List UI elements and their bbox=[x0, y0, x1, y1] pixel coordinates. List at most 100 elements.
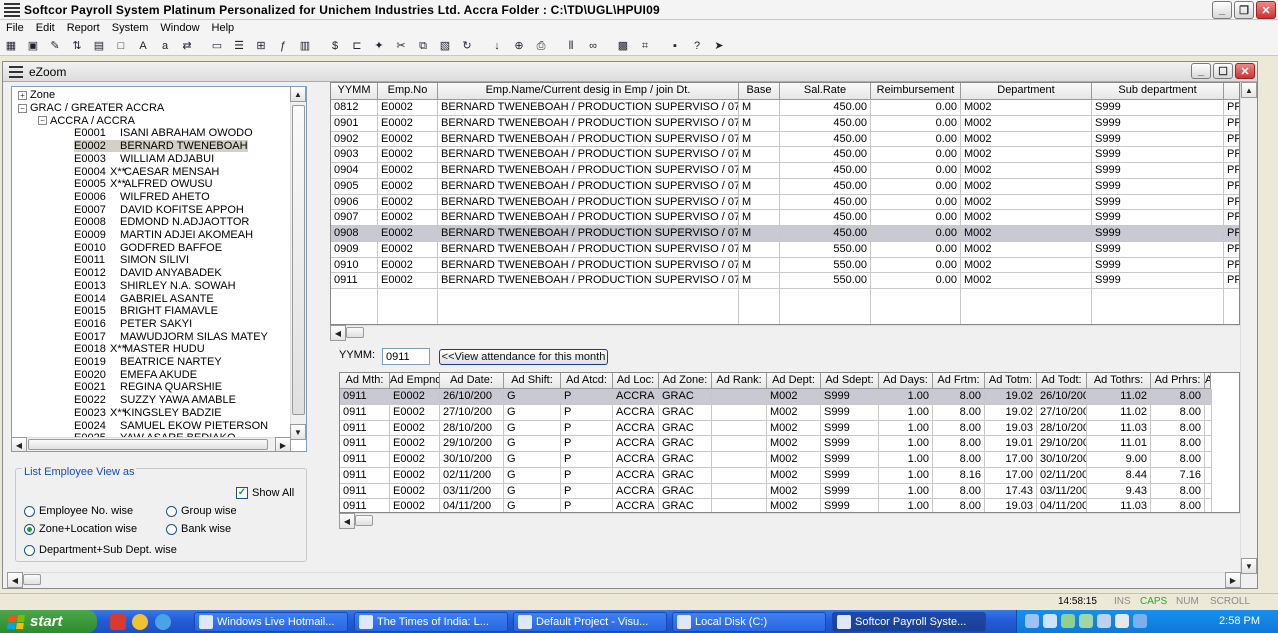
tray-speaker-icon[interactable] bbox=[1097, 614, 1111, 628]
sheet-icon[interactable]: ▥ bbox=[296, 38, 314, 54]
tree-employee-item[interactable]: E0022 SUZZY YAWA AMABLE bbox=[74, 394, 236, 407]
tree-employee-item[interactable]: E0006 WILFRED AHETO bbox=[74, 191, 210, 204]
column-header[interactable] bbox=[1224, 83, 1239, 100]
tree-node[interactable]: + Zone bbox=[18, 89, 55, 102]
menu-window[interactable]: Window bbox=[154, 22, 205, 34]
column-header[interactable]: Sal.Rate bbox=[780, 83, 871, 100]
radio-bank-wise[interactable]: Bank wise bbox=[166, 523, 231, 535]
attendance-grid-hscrollbar[interactable]: ◀ bbox=[339, 513, 1240, 529]
table-icon[interactable]: ⊞ bbox=[252, 38, 270, 54]
yymm-input[interactable] bbox=[382, 348, 430, 365]
column-header[interactable]: Ad Zone: bbox=[659, 373, 712, 389]
column-header[interactable]: Department bbox=[961, 83, 1092, 100]
quicklaunch-messenger-icon[interactable] bbox=[132, 614, 148, 630]
columns-icon[interactable]: ⫴ bbox=[562, 38, 580, 54]
radio-department-wise[interactable]: Department+Sub Dept. wise bbox=[24, 544, 177, 556]
menu-edit[interactable]: Edit bbox=[30, 22, 61, 34]
menu-help[interactable]: Help bbox=[206, 22, 241, 34]
tree-employee-item[interactable]: E0003 WILLIAM ADJABUI bbox=[74, 153, 214, 166]
column-header[interactable]: YYMM bbox=[331, 83, 378, 100]
column-header[interactable]: A bbox=[1205, 373, 1211, 389]
sort-icon[interactable]: ⇅ bbox=[68, 38, 86, 54]
ezoom-maximize-button[interactable]: ☐ bbox=[1213, 63, 1233, 79]
start-button[interactable]: start bbox=[0, 610, 97, 633]
ezoom-minimize-button[interactable]: _ bbox=[1191, 63, 1211, 79]
tray-chevron-icon[interactable] bbox=[1025, 614, 1039, 628]
app-menu-icon[interactable] bbox=[4, 2, 20, 18]
tree-employee-item[interactable]: E0017 MAWUDJORM SILAS MATEY bbox=[74, 330, 268, 343]
scroll-left-arrow-icon[interactable]: ◀ bbox=[7, 572, 23, 588]
scroll-up-arrow-icon[interactable]: ▲ bbox=[1241, 82, 1257, 98]
link-icon[interactable]: ∞ bbox=[584, 38, 602, 54]
task-local-disk[interactable]: Local Disk (C:) bbox=[672, 612, 826, 632]
menu-system[interactable]: System bbox=[106, 22, 155, 34]
column-header[interactable]: Ad Mth: bbox=[340, 373, 390, 389]
radio-group-wise[interactable]: Group wise bbox=[166, 505, 237, 517]
column-header[interactable]: Ad Totm: bbox=[985, 373, 1037, 389]
show-all-checkbox[interactable]: ✓ Show All bbox=[236, 487, 294, 499]
frame-icon[interactable]: □ bbox=[112, 38, 130, 54]
column-header[interactable]: Ad Empno: bbox=[390, 373, 440, 389]
tree-employee-item[interactable]: E0016 PETER SAKYI bbox=[74, 318, 192, 331]
tree-employee-item[interactable]: E0018 X**MASTER HUDU bbox=[74, 343, 205, 356]
cut-icon[interactable]: ✂ bbox=[392, 38, 410, 54]
expand-icon[interactable]: + bbox=[18, 90, 27, 100]
quicklaunch-app-icon[interactable] bbox=[110, 614, 126, 630]
list-icon[interactable]: ☰ bbox=[230, 38, 248, 54]
minimize-button[interactable]: _ bbox=[1212, 1, 1232, 19]
column-header[interactable]: Ad Frtm: bbox=[933, 373, 985, 389]
scroll-left-arrow-icon[interactable]: ◀ bbox=[330, 325, 346, 341]
ezoom-menu-icon[interactable] bbox=[9, 65, 23, 78]
ezoom-hscroll-thumb[interactable] bbox=[23, 574, 41, 585]
column-header[interactable]: Ad Shift: bbox=[504, 373, 561, 389]
column-header[interactable]: Reimbursement bbox=[871, 83, 961, 100]
close-button[interactable]: ✕ bbox=[1256, 1, 1276, 19]
tree-employee-item[interactable]: E0012 DAVID ANYABADEK bbox=[74, 267, 222, 280]
tree-employee-item[interactable]: E0024 SAMUEL EKOW PIETERSON bbox=[74, 419, 268, 432]
salary-hscroll-thumb[interactable] bbox=[346, 327, 364, 338]
report-icon[interactable]: ▤ bbox=[90, 38, 108, 54]
wand-icon[interactable]: ✦ bbox=[370, 38, 388, 54]
task-visual-project[interactable]: Default Project - Visu... bbox=[513, 612, 667, 632]
column-header[interactable]: Ad Rank: bbox=[712, 373, 767, 389]
tree-node[interactable]: − ACCRA / ACCRA bbox=[38, 114, 135, 127]
ezoom-close-button[interactable]: ✕ bbox=[1235, 63, 1255, 79]
radio-employee-no-wise[interactable]: Employee No. wise bbox=[24, 505, 133, 517]
view-attendance-button[interactable]: <<View attendance for this month bbox=[439, 349, 608, 365]
tray-connection-icon[interactable] bbox=[1133, 614, 1147, 628]
paste-icon[interactable]: ▧ bbox=[436, 38, 454, 54]
tree-employee-item[interactable]: E0005 X**ALFRED OWUSU bbox=[74, 178, 213, 191]
tree-hscroll-thumb[interactable] bbox=[28, 439, 268, 450]
radio-zone-location-wise[interactable]: Zone+Location wise bbox=[24, 523, 137, 535]
employee-tree[interactable]: + Zone − GRAC / GREATER ACCRA − ACCRA / ACCRA… bbox=[11, 86, 307, 452]
scroll-left-arrow-icon[interactable]: ◀ bbox=[339, 513, 355, 529]
column-header[interactable]: Ad Dept: bbox=[767, 373, 821, 389]
tree-employee-item[interactable]: E0008 EDMOND N.ADJAOTTOR bbox=[74, 216, 249, 229]
tree-employee-item[interactable]: E0002 BERNARD TWENEBOAH bbox=[74, 140, 248, 153]
refresh-icon[interactable]: ↻ bbox=[458, 38, 476, 54]
tree-employee-item[interactable]: E0009 MARTIN ADJEI AKOMEAH bbox=[74, 229, 253, 242]
tree-vertical-scrollbar[interactable]: ▲ ▼ bbox=[290, 87, 306, 440]
tree-employee-item[interactable]: E0001 ISANI ABRAHAM OWODO bbox=[74, 127, 253, 140]
scroll-left-arrow-icon[interactable]: ◀ bbox=[12, 437, 27, 451]
tray-messenger-icon[interactable] bbox=[1061, 614, 1075, 628]
scroll-right-arrow-icon[interactable]: ▶ bbox=[275, 437, 291, 451]
layout-icon[interactable]: ▪ bbox=[666, 38, 684, 54]
monitor-icon[interactable]: ▭ bbox=[208, 38, 226, 54]
column-header[interactable]: Emp.No bbox=[378, 83, 438, 100]
collapse-icon[interactable]: − bbox=[18, 103, 27, 113]
quicklaunch-browser-icon[interactable] bbox=[155, 614, 171, 630]
menu-file[interactable]: File bbox=[0, 22, 30, 34]
tree-employee-item[interactable]: E0011 SIMON SILIVI bbox=[74, 254, 189, 267]
column-header[interactable]: Ad Sdept: bbox=[821, 373, 879, 389]
replace-icon[interactable]: ⇄ bbox=[178, 38, 196, 54]
grid-icon[interactable]: ▦ bbox=[2, 38, 20, 54]
restore-button[interactable]: ❐ bbox=[1234, 1, 1254, 19]
tree-employee-item[interactable]: E0023 X**KINGSLEY BADZIE bbox=[74, 407, 222, 420]
column-header[interactable]: Ad Atcd: bbox=[561, 373, 613, 389]
attendance-hscroll-thumb[interactable] bbox=[355, 515, 373, 526]
help-icon[interactable]: ? bbox=[688, 38, 706, 54]
folder-open-icon[interactable]: ⊏ bbox=[348, 38, 366, 54]
tree-node[interactable]: − GRAC / GREATER ACCRA bbox=[18, 102, 164, 115]
tree-employee-item[interactable]: E0019 BEATRICE NARTEY bbox=[74, 356, 222, 369]
